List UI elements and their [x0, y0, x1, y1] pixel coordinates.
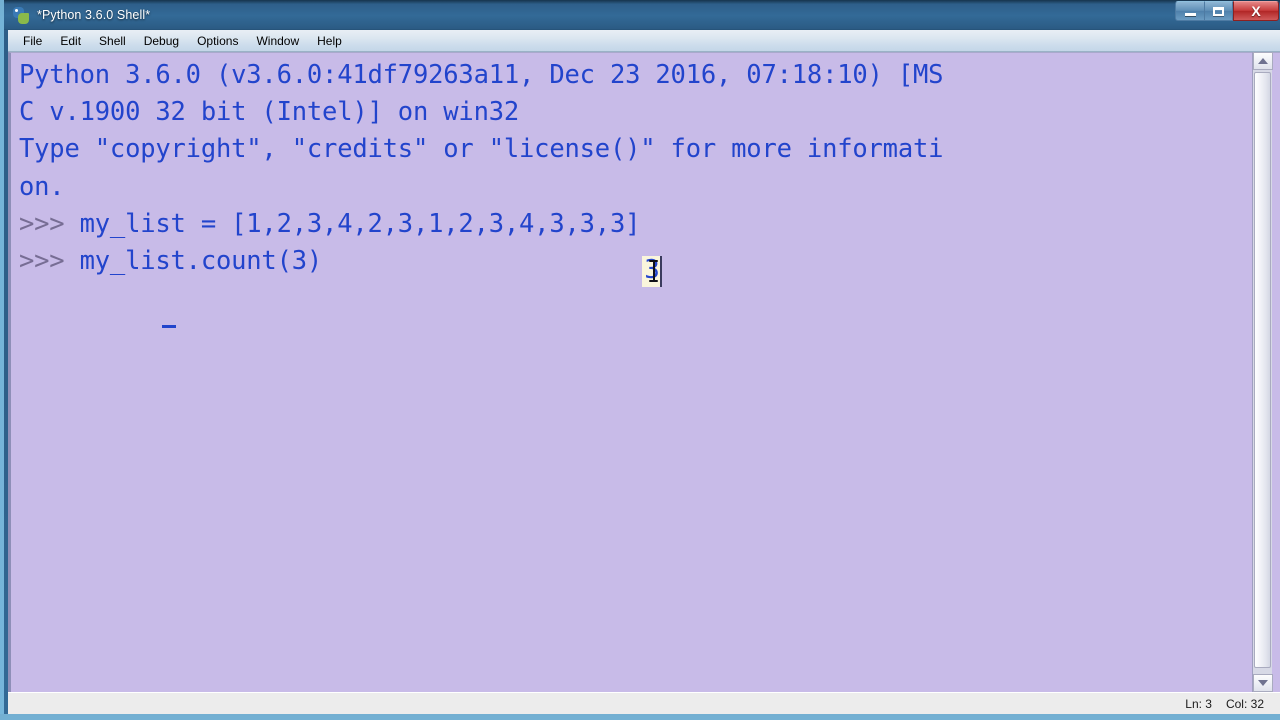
- minimize-button[interactable]: [1175, 1, 1204, 21]
- menu-item-options[interactable]: Options: [188, 32, 247, 50]
- menu-item-debug[interactable]: Debug: [135, 32, 188, 50]
- status-line-indicator: Ln: 3: [1185, 696, 1212, 711]
- menu-item-help[interactable]: Help: [308, 32, 351, 50]
- scroll-down-button[interactable]: [1253, 674, 1273, 692]
- arrow-down-icon: [1258, 680, 1268, 686]
- text-caret: [162, 325, 176, 328]
- minimize-icon: [1184, 13, 1196, 16]
- python-logo-icon: [13, 6, 30, 24]
- banner-line-4: on.: [19, 171, 65, 202]
- menu-item-edit[interactable]: Edit: [51, 32, 90, 50]
- menu-bar: File Edit Shell Debug Options Window Hel…: [8, 30, 1280, 52]
- banner-line-1: Python 3.6.0 (v3.6.0:41df79263a11, Dec 2…: [19, 60, 944, 90]
- title-bar[interactable]: *Python 3.6.0 Shell* X: [4, 0, 1280, 30]
- status-column-indicator: Col: 32: [1225, 696, 1264, 711]
- menu-item-window[interactable]: Window: [247, 32, 308, 50]
- application-window: *Python 3.6.0 Shell* X File Edit Shell D…: [0, 0, 1280, 720]
- scrollbar-thumb[interactable]: [1254, 72, 1271, 668]
- maximize-button[interactable]: [1204, 1, 1233, 21]
- banner-line-3: Type "copyright", "credits" or "license(…: [19, 134, 944, 165]
- scroll-up-button[interactable]: [1253, 52, 1273, 70]
- close-icon: X: [1251, 3, 1261, 19]
- prompt-marker-1: >>>: [19, 208, 80, 239]
- input-line-2[interactable]: my_list.count(3): [80, 246, 323, 276]
- status-bar: Ln: 3 Col: 32: [8, 692, 1280, 714]
- hovered-character-highlight: 3: [642, 255, 662, 287]
- banner-line-2: C v.1900 32 bit (Intel)] on win32: [19, 97, 520, 128]
- close-button[interactable]: X: [1233, 1, 1279, 21]
- window-title: *Python 3.6.0 Shell*: [37, 8, 151, 22]
- vertical-scrollbar[interactable]: [1252, 52, 1273, 692]
- shell-text-area[interactable]: Python 3.6.0 (v3.6.0:41df79263a11, Dec 2…: [8, 52, 1280, 692]
- shell-output[interactable]: Python 3.6.0 (v3.6.0:41df79263a11, Dec 2…: [11, 53, 1259, 693]
- input-line-1[interactable]: my_list = [1,2,3,4,2,3,1,2,3,4,3,3,3]: [80, 209, 641, 239]
- menu-item-file[interactable]: File: [14, 32, 51, 50]
- arrow-up-icon: [1258, 58, 1268, 64]
- hovered-character: 3: [644, 255, 660, 285]
- caption-buttons: X: [1175, 1, 1279, 24]
- maximize-icon: [1213, 6, 1224, 16]
- menu-item-shell[interactable]: Shell: [90, 32, 135, 50]
- prompt-marker-2: >>>: [19, 246, 80, 277]
